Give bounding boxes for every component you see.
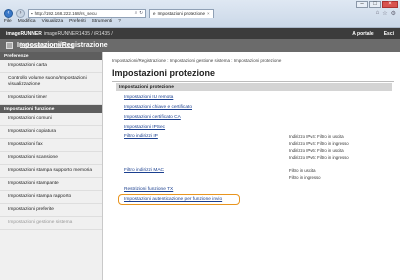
link-ipsec[interactable]: Impostazioni IPSec (124, 125, 165, 130)
mac-filter-desc-2: Filtro in ingresso (289, 175, 321, 180)
sidebar: Preferenze Impostazioni carta Controllo … (0, 52, 103, 280)
sidebar-item-printer[interactable]: Impostazioni stampante (0, 178, 102, 191)
browser-tab[interactable]: e Impostazioni protezione × (149, 8, 214, 18)
logout-link[interactable]: Esci (384, 31, 394, 37)
header-actions: A portale Esci (352, 31, 394, 37)
tab-title: Impostazioni protezione (157, 11, 206, 16)
app-header: imageRUNNER imageRUNNER1435 / iR1435 / A… (0, 28, 400, 39)
search-icon[interactable]: ⌕ (135, 10, 138, 16)
portal-link[interactable]: A portale (352, 31, 373, 37)
gear-icon[interactable]: ⚙ (391, 10, 396, 17)
back-icon[interactable]: ‹ (4, 8, 13, 18)
maximize-icon[interactable]: □ (369, 1, 381, 8)
address-text: http://192.168.222.168/rs_secu (34, 10, 97, 16)
sidebar-item-memory-print[interactable]: Impostazioni stampa supporto memoria (0, 165, 102, 178)
star-icon[interactable]: ☆ (382, 10, 387, 17)
sidebar-item-system-management[interactable]: Impostazioni gestione sistema (0, 217, 102, 230)
sidebar-item-common[interactable]: Impostazioni comuni (0, 113, 102, 126)
brand-logo: imageRUNNER (6, 30, 42, 37)
ip-filter-desc-2: Indirizzo IPv4: Filtro in ingresso (289, 141, 349, 146)
home-icon[interactable]: ⌂ (376, 10, 380, 17)
address-bar[interactable]: ▪ http://192.168.222.168/rs_secu ⌕ ↻ (28, 8, 146, 18)
minimize-icon[interactable]: – (356, 1, 368, 8)
main-content: Impostazioni/Registrazione : Impostazion… (104, 52, 400, 280)
page-icon: ▪ (31, 10, 33, 16)
browser-menubar: File Modifica Visualizza Preferiti Strum… (4, 19, 121, 24)
mac-filter-desc-1: Filtro in uscita (289, 168, 316, 173)
link-ca-certificate[interactable]: Impostazioni certificato CA (124, 115, 181, 120)
link-send-authentication[interactable]: Impostazioni autenticazione per funzione… (124, 197, 222, 202)
page-title: Impostazioni protezione (112, 68, 216, 78)
sidebar-item-favorites[interactable]: Impostazioni preferite (0, 204, 102, 217)
browser-chrome: – □ × ‹ › ▪ http://192.168.222.168/rs_se… (0, 0, 400, 28)
sidebar-item-timer[interactable]: Impostazioni timer (0, 92, 102, 105)
close-icon[interactable]: × (382, 1, 398, 8)
ip-filter-desc-1: Indirizzo IPv4: Filtro in uscita (289, 134, 344, 139)
address-row: ‹ › ▪ http://192.168.222.168/rs_secu ⌕ ↻… (4, 8, 396, 18)
device-name: imageRUNNER1435 / iR1435 / (43, 30, 113, 37)
sidebar-item-paper[interactable]: Impostazioni carta (0, 60, 102, 73)
refresh-icon[interactable]: ↻ (139, 10, 143, 16)
menu-tools[interactable]: Strumenti (92, 19, 113, 24)
window-controls: – □ × (356, 1, 398, 8)
sidebar-item-volume-display[interactable]: Controllo volume suono/Impostazioni visu… (0, 73, 102, 92)
menu-view[interactable]: Visualizza (42, 19, 64, 24)
system-level-link[interactable]: livello a gestione sistema (20, 43, 73, 48)
ie-icon: e (153, 11, 156, 16)
section-titlebar: Impostazioni/Registrazione livello a ges… (0, 39, 400, 52)
link-mac-filter[interactable]: Filtro indirizzi MAC (124, 168, 164, 173)
link-key-certificate[interactable]: Impostazioni chiave e certificato (124, 105, 192, 110)
menu-help[interactable]: ? (118, 19, 121, 24)
sidebar-item-fax[interactable]: Impostazioni fax (0, 139, 102, 152)
title-divider (112, 81, 394, 82)
section-header: Impostazioni protezione (116, 83, 392, 91)
breadcrumb: Impostazioni/Registrazione : Impostazion… (112, 58, 282, 63)
menu-favorites[interactable]: Preferiti (69, 19, 86, 24)
link-tx-restrictions[interactable]: Restrizioni funzione TX (124, 187, 173, 192)
menu-edit[interactable]: Modifica (18, 19, 36, 24)
settings-icon (6, 42, 13, 49)
link-ip-filter[interactable]: Filtro indirizzi IP (124, 134, 158, 139)
menu-file[interactable]: File (4, 19, 12, 24)
address-tools: ⌕ ↻ (135, 10, 143, 16)
ip-filter-desc-4: Indirizzo IPv6: Filtro in ingresso (289, 155, 349, 160)
sidebar-item-copy[interactable]: Impostazioni copiatura (0, 126, 102, 139)
sidebar-item-report[interactable]: Impostazioni stampa rapporto (0, 191, 102, 204)
sidebar-item-scan[interactable]: Impostazioni scansione (0, 152, 102, 165)
sidebar-group-preferences: Preferenze (0, 52, 102, 60)
forward-icon[interactable]: › (16, 8, 25, 18)
link-remote-ui[interactable]: Impostazioni IU remota (124, 95, 173, 100)
sidebar-group-functions: Impostazioni funzione (0, 105, 102, 113)
ip-filter-desc-3: Indirizzo IPv6: Filtro in uscita (289, 148, 344, 153)
browser-toolbar-icons: ⌂ ☆ ⚙ (376, 10, 396, 17)
close-tab-icon[interactable]: × (207, 11, 210, 16)
